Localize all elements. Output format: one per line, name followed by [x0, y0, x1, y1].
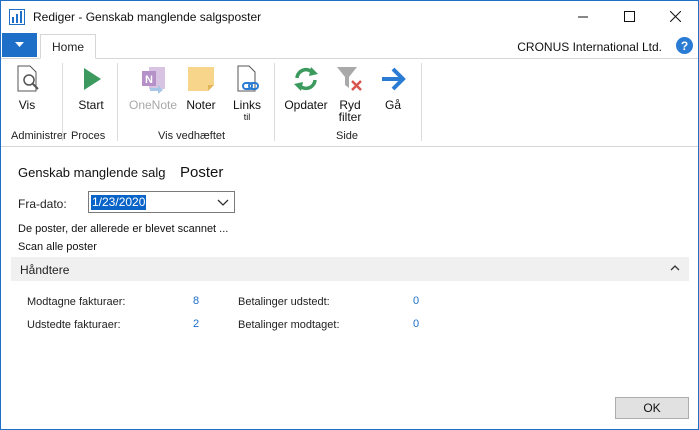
minimize-icon	[577, 16, 588, 18]
onenote-button[interactable]: N OneNote	[127, 63, 179, 111]
betalinger-modtaget-label: Betalinger modtaget:	[238, 319, 340, 331]
ribbon-separator	[274, 63, 275, 141]
company-name: CRONUS International Ltd.	[517, 40, 662, 54]
links-sublabel: til	[243, 112, 251, 122]
group-vis-vedhaeftet: Vis vedhæftet	[158, 130, 226, 142]
fra-dato-field[interactable]: 1/23/2020	[88, 191, 235, 213]
fra-dato-label: Fra-dato:	[18, 197, 67, 211]
ribbon-tab-row: Home CRONUS International Ltd. ?	[1, 32, 698, 59]
window: Rediger - Genskab manglende salgsposter …	[0, 0, 699, 430]
page-title: Poster	[180, 164, 224, 181]
group-side: Side	[336, 130, 359, 142]
page-caption: Genskab manglende salg	[18, 165, 166, 180]
title-bar: Rediger - Genskab manglende salgsposter	[1, 1, 698, 32]
ga-label: Gå	[384, 98, 401, 112]
view-document-icon	[17, 65, 39, 92]
scan-all-link[interactable]: Scan alle poster	[18, 241, 97, 253]
filter-label: filter	[338, 110, 362, 124]
modtagne-fakturaer-value[interactable]: 8	[193, 295, 199, 307]
fra-dato-value[interactable]: 1/23/2020	[91, 195, 147, 210]
caret-down-icon	[15, 42, 24, 47]
note-icon	[188, 67, 214, 91]
ryd-filter-button[interactable]: Ryd filter	[334, 63, 366, 123]
betalinger-udstedt-label: Betalinger udstedt:	[238, 296, 330, 308]
fasttab-label: Håndtere	[20, 263, 70, 277]
opdater-label: Opdater	[284, 98, 328, 112]
ok-button[interactable]: OK	[615, 397, 689, 419]
tab-home[interactable]: Home	[40, 34, 96, 59]
vis-label: Vis	[18, 98, 36, 112]
minimize-button[interactable]	[560, 1, 606, 32]
maximize-icon	[623, 11, 635, 22]
close-icon	[669, 11, 681, 22]
udstedte-fakturaer-value[interactable]: 2	[193, 318, 199, 330]
onenote-icon: N	[142, 67, 165, 94]
scanned-entries-link[interactable]: De poster, der allerede er blevet scanne…	[18, 223, 228, 235]
start-label: Start	[78, 98, 104, 112]
udstedte-fakturaer-label: Udstedte fakturaer:	[27, 319, 121, 331]
betalinger-modtaget-value[interactable]: 0	[413, 318, 419, 330]
chevron-up-icon[interactable]	[670, 263, 680, 273]
ribbon-separator	[421, 63, 422, 141]
betalinger-udstedt-value[interactable]: 0	[413, 295, 419, 307]
fasttab-haandtere[interactable]: Håndtere	[11, 257, 689, 281]
links-button[interactable]: Links til	[229, 63, 265, 123]
start-button[interactable]: Start	[73, 63, 109, 111]
svg-text:N: N	[145, 74, 153, 86]
window-title: Rediger - Genskab manglende salgsposter	[33, 10, 262, 24]
onenote-label: OneNote	[128, 98, 178, 112]
refresh-icon	[294, 67, 318, 91]
file-menu-button[interactable]	[2, 33, 37, 57]
modtagne-fakturaer-label: Modtagne fakturaer:	[27, 296, 126, 308]
ribbon-separator	[62, 63, 63, 141]
help-icon[interactable]: ?	[676, 37, 693, 54]
group-administrer: Administrer	[11, 130, 67, 142]
close-button[interactable]	[652, 1, 698, 32]
ribbon: Vis Administrer Start Proces N OneNote N…	[1, 59, 698, 147]
group-proces: Proces	[71, 130, 106, 142]
vis-button[interactable]: Vis	[9, 63, 45, 111]
clear-filter-icon	[337, 67, 362, 91]
ribbon-separator	[117, 63, 118, 141]
noter-label: Noter	[186, 98, 216, 112]
play-icon	[84, 68, 101, 90]
links-label: Links	[232, 98, 261, 112]
arrow-right-icon	[382, 67, 406, 91]
chevron-down-icon[interactable]	[217, 196, 229, 208]
link-document-icon	[237, 65, 259, 92]
noter-button[interactable]: Noter	[185, 63, 217, 111]
app-icon	[9, 9, 25, 25]
ga-button[interactable]: Gå	[377, 63, 409, 111]
maximize-button[interactable]	[606, 1, 652, 32]
opdater-button[interactable]: Opdater	[283, 63, 329, 111]
